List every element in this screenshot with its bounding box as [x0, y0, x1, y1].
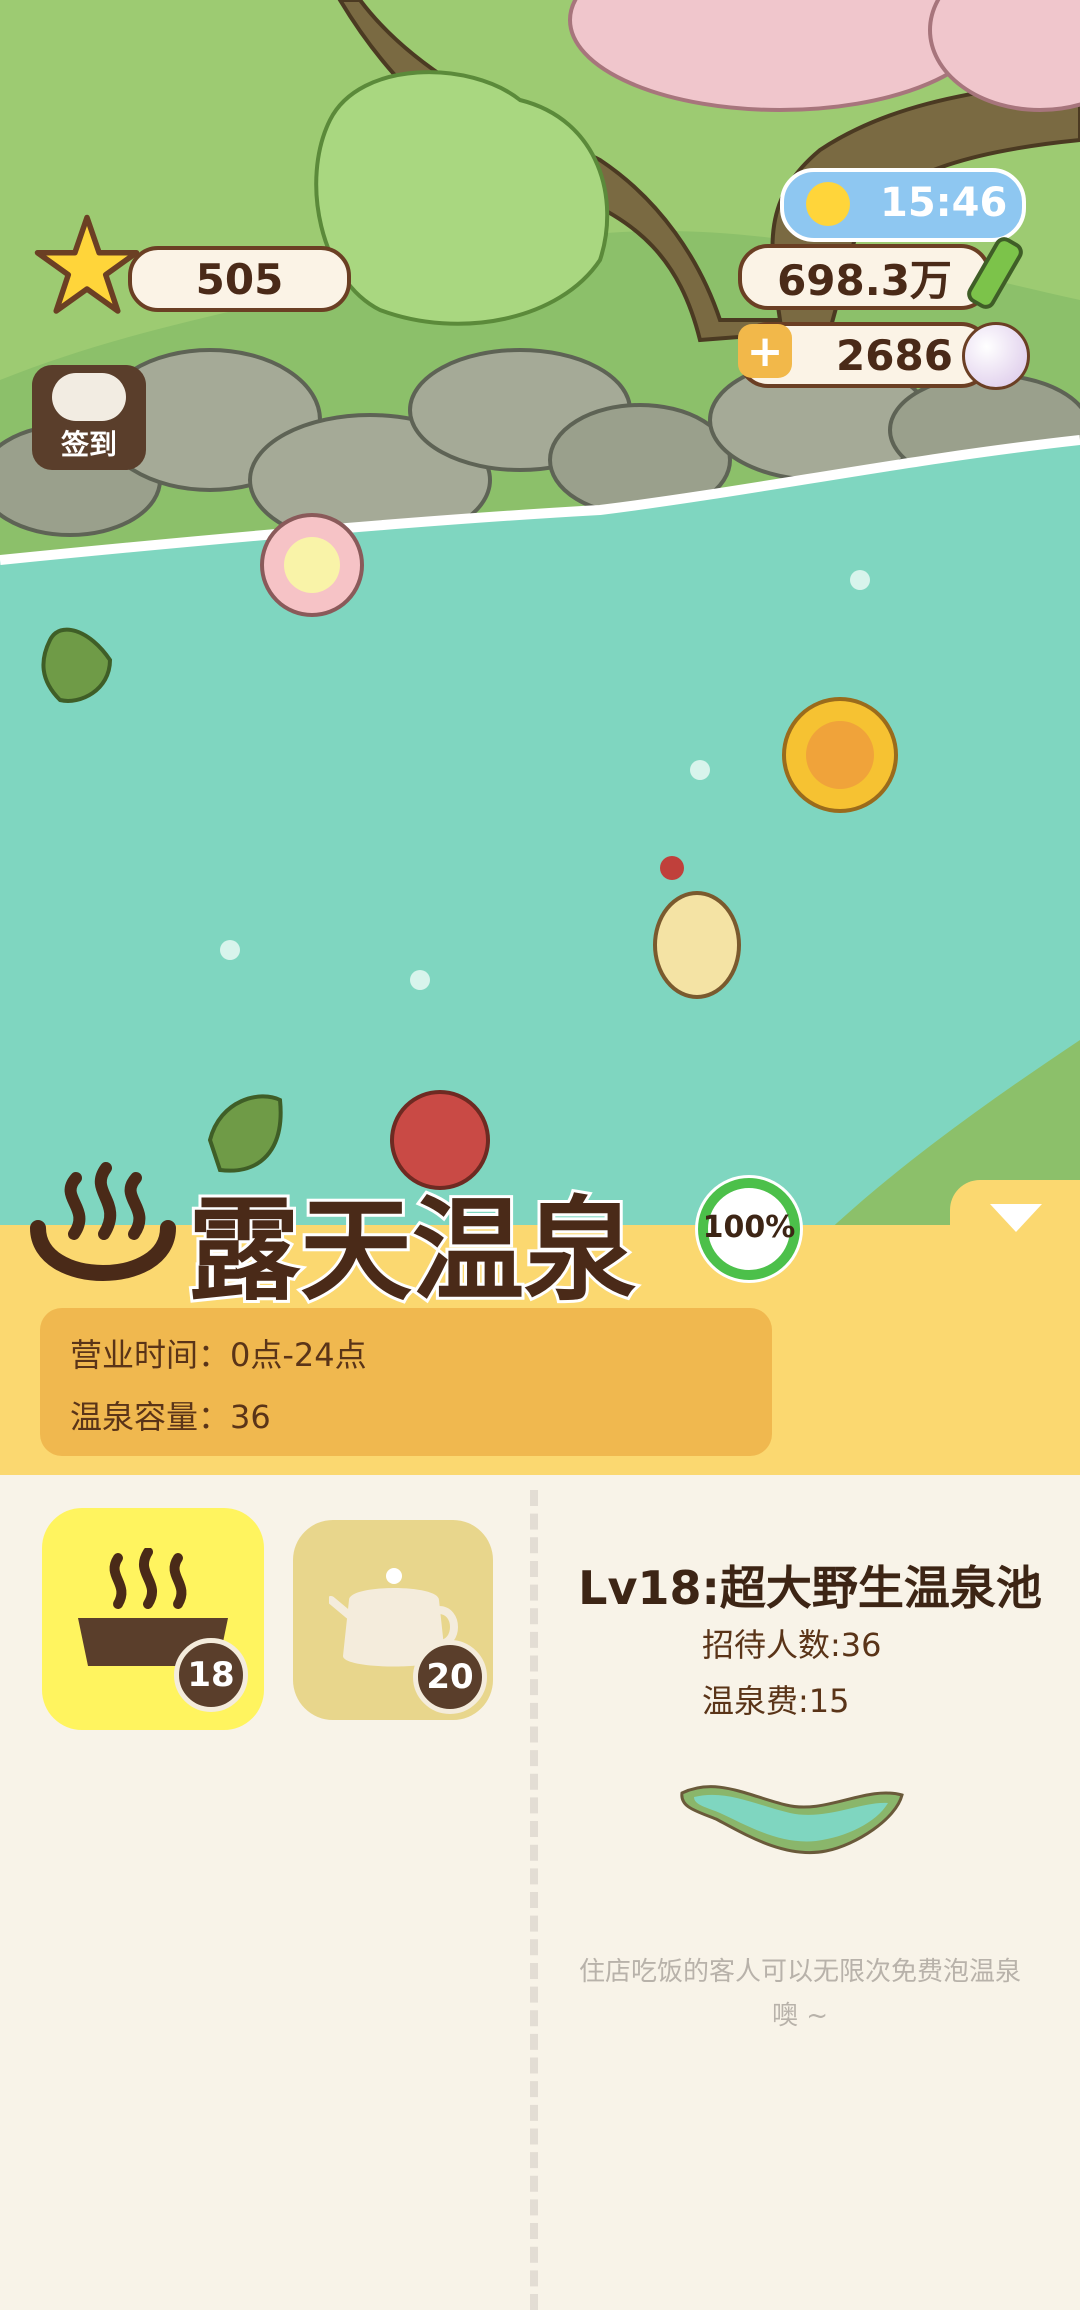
checkin-label: 签到: [60, 428, 117, 461]
star-count: 505: [195, 254, 284, 304]
fee-text: 温泉费:15: [702, 1682, 850, 1720]
pearl-amount: 2686: [836, 330, 953, 380]
area-title: 露天温泉: [185, 1183, 639, 1319]
upgrade-title: Lv18:超大野生温泉池: [578, 1561, 1042, 1615]
capacity-value: 36: [230, 1398, 271, 1436]
area-info-box: 营业时间：0点-24点 温泉容量：36: [40, 1308, 772, 1456]
upgrade-card-teapot[interactable]: 20: [293, 1520, 493, 1720]
money-amount: 698.3万: [777, 255, 952, 305]
progress-ring: 100%: [690, 1170, 808, 1288]
teapot-level-badge: 20: [413, 1640, 487, 1714]
pool-preview-image: [676, 1775, 908, 1865]
pearl-icon: [962, 322, 1030, 390]
progress-label: 100%: [702, 1210, 796, 1245]
section-divider: [530, 1490, 538, 2310]
hot-spring-icon: [28, 1158, 178, 1293]
capacity-label: 温泉容量：: [70, 1398, 231, 1436]
hours-row: 营业时间：0点-24点: [70, 1330, 367, 1376]
collapse-arrow-icon: [990, 1204, 1042, 1232]
sun-icon: [806, 182, 850, 226]
upgrade-note: 住店吃饭的客人可以无限次免费泡温泉噢 ~: [578, 1957, 1021, 2031]
panda-icon: [52, 373, 126, 421]
time-text: 15:46: [880, 180, 1008, 226]
star-counter: 505: [128, 246, 351, 312]
capacity-row: 温泉容量：36: [70, 1392, 271, 1438]
hot-spring-scene[interactable]: 505 签到 15:46 698.3万 2686 +: [0, 0, 1080, 1300]
money-counter: 698.3万: [738, 244, 991, 310]
plus-icon[interactable]: +: [738, 324, 792, 378]
star-icon: [32, 212, 142, 322]
guests-text: 招待人数:36: [702, 1626, 882, 1664]
pool-level-badge: 18: [174, 1638, 248, 1712]
hours-value: 0点-24点: [230, 1336, 367, 1374]
hours-label: 营业时间：: [70, 1336, 231, 1374]
collapse-tab[interactable]: [950, 1180, 1080, 1270]
bamboo-icon: [962, 228, 1032, 314]
upgrade-card-pool[interactable]: 18: [42, 1508, 264, 1730]
checkin-button[interactable]: 签到: [32, 365, 146, 470]
